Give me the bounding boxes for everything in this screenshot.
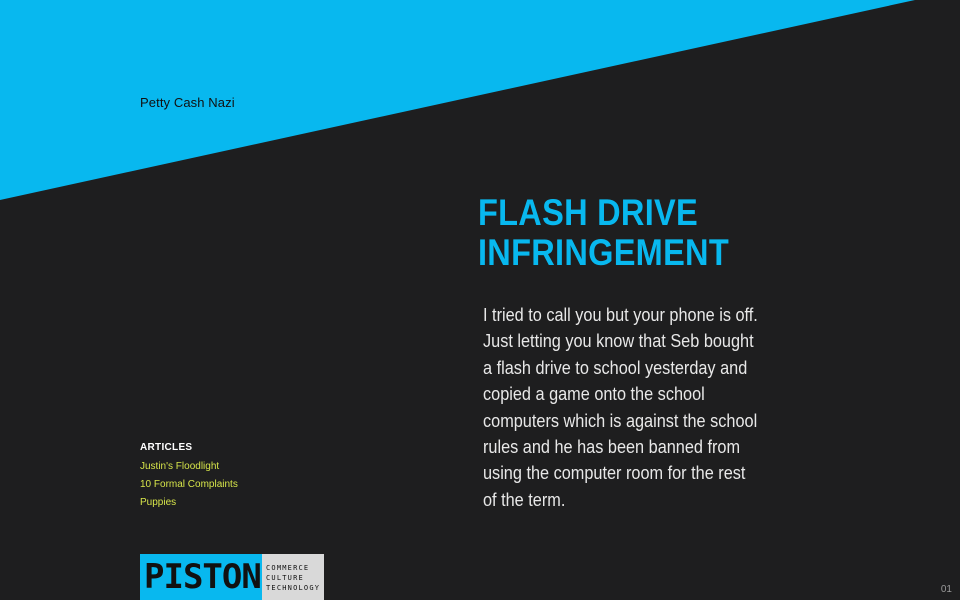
logo-wordmark: PISTON <box>140 554 262 600</box>
logo-tagline-line: CULTURE <box>266 574 304 582</box>
article-headline: FLASH DRIVE INFRINGEMENT <box>478 192 729 273</box>
logo-tagline-line: TECHNOLOGY <box>266 584 321 592</box>
article-link-puppies[interactable]: Puppies <box>140 494 238 512</box>
page-number: 01 <box>940 584 952 595</box>
logo-tagline: COMMERCE CULTURE TECHNOLOGY <box>262 554 324 600</box>
piston-logo: PISTON COMMERCE CULTURE TECHNOLOGY <box>140 554 324 600</box>
articles-heading: ARTICLES <box>140 442 193 453</box>
article-link-justins-floodlight[interactable]: Justin's Floodlight <box>140 458 238 476</box>
section-title: Petty Cash Nazi <box>140 95 235 110</box>
article-body: I tried to call you but your phone is of… <box>483 304 758 510</box>
logo-tagline-line: COMMERCE <box>266 564 310 572</box>
banner-shape <box>0 0 915 200</box>
page: Petty Cash Nazi FLASH DRIVE INFRINGEMENT… <box>0 0 960 600</box>
article-link-10-formal-complaints[interactable]: 10 Formal Complaints <box>140 476 238 494</box>
articles-nav: ARTICLES Justin's Floodlight 10 Formal C… <box>140 442 238 512</box>
